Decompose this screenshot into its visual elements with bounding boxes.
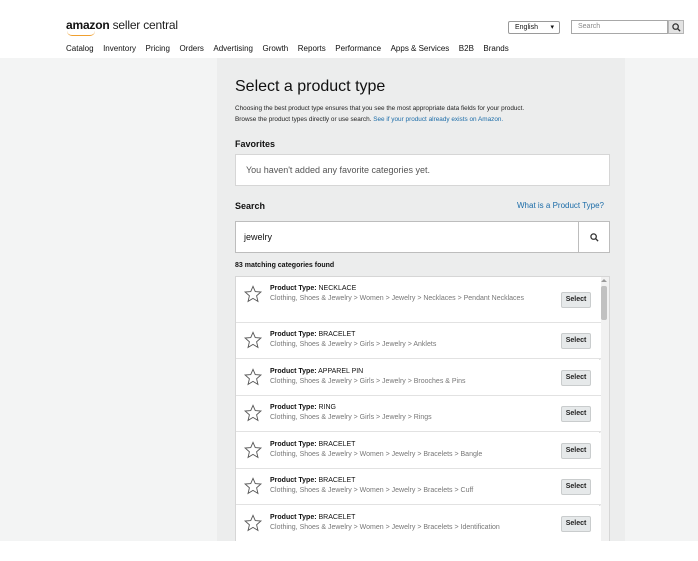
category-path: Clothing, Shoes & Jewelry > Women > Jewe… (270, 523, 500, 531)
result-row: Product Type: BRACELET Clothing, Shoes & … (236, 432, 601, 469)
language-select[interactable]: English ▾ (508, 21, 560, 34)
nav-item-reports[interactable]: Reports (298, 44, 326, 53)
results-count: 83 matching categories found (235, 262, 335, 269)
nav-item-growth[interactable]: Growth (262, 44, 288, 53)
nav-item-pricing[interactable]: Pricing (145, 44, 169, 53)
favorite-star-icon[interactable] (243, 285, 263, 303)
result-row: Product Type: BRACELET Clothing, Shoes & … (236, 469, 601, 505)
select-button[interactable]: Select (561, 479, 591, 495)
select-button[interactable]: Select (561, 515, 591, 532)
favorite-star-icon[interactable] (243, 367, 263, 386)
select-button[interactable]: Select (561, 442, 591, 459)
product-type-search-input[interactable]: jewelry (235, 221, 579, 253)
favorite-star-icon[interactable] (243, 477, 263, 495)
result-row: Product Type: BRACELET Clothing, Shoes & … (236, 323, 601, 359)
category-path: Clothing, Shoes & Jewelry > Women > Jewe… (270, 450, 483, 458)
favorite-star-icon[interactable] (243, 513, 263, 532)
results-list: Product Type: NECKLACE Clothing, Shoes & … (235, 276, 610, 541)
product-type-value: APPAREL PIN (318, 367, 364, 375)
select-button[interactable]: Select (561, 406, 591, 422)
amazon-smile-icon (67, 31, 95, 36)
result-row: Product Type: RING Clothing, Shoes & Jewe… (236, 396, 601, 432)
product-type-label: Product Type: (270, 331, 317, 338)
product-type-value: BRACELET (318, 513, 356, 521)
favorites-box: You haven't added any favorite categorie… (235, 154, 610, 186)
product-type-label: Product Type: (270, 367, 317, 375)
select-button[interactable]: Select (561, 369, 591, 386)
product-type-value: BRACELET (318, 477, 356, 484)
description-line: Choosing the best product type ensures t… (235, 105, 525, 112)
chevron-down-icon: ▾ (550, 24, 554, 31)
top-header: amazon seller central English ▾ Search C… (0, 0, 698, 58)
product-type-line: Product Type: BRACELET (270, 514, 355, 521)
product-type-line: Product Type: NECKLACE (270, 285, 356, 292)
page-title: Select a product type (235, 78, 386, 95)
product-type-value: BRACELET (318, 331, 356, 338)
select-button[interactable]: Select (561, 292, 591, 308)
page-description: Choosing the best product type ensures t… (235, 103, 615, 125)
category-path: Clothing, Shoes & Jewelry > Girls > Jewe… (270, 377, 466, 385)
category-path: Clothing, Shoes & Jewelry > Girls > Jewe… (270, 414, 432, 421)
favorite-star-icon[interactable] (243, 404, 263, 422)
favorite-star-icon[interactable] (243, 440, 263, 459)
nav-item-performance[interactable]: Performance (335, 44, 381, 53)
product-type-value: NECKLACE (318, 285, 357, 292)
existing-product-link[interactable]: See if your product already exists on Am… (373, 116, 503, 123)
nav-item-orders[interactable]: Orders (179, 44, 203, 53)
product-type-line: Product Type: BRACELET (270, 331, 355, 338)
product-type-line: Product Type: APPAREL PIN (270, 368, 363, 375)
header-search-button[interactable] (668, 20, 684, 34)
product-type-label: Product Type: (270, 404, 317, 411)
nav-item-b2b[interactable]: B2B (459, 44, 474, 53)
main-nav: Catalog Inventory Pricing Orders Advertising… (66, 44, 518, 53)
result-row: Product Type: BRACELET Clothing, Shoes & … (236, 505, 601, 541)
product-type-label: Product Type: (270, 513, 317, 521)
logo-brand: amazon (66, 18, 110, 32)
nav-item-apps-services[interactable]: Apps & Services (391, 44, 450, 53)
category-path: Clothing, Shoes & Jewelry > Women > Jewe… (270, 487, 474, 494)
result-row: Product Type: NECKLACE Clothing, Shoes & … (236, 277, 601, 323)
search-icon (672, 23, 681, 32)
nav-item-catalog[interactable]: Catalog (66, 44, 94, 53)
scroll-up-arrow[interactable] (601, 279, 607, 282)
nav-item-inventory[interactable]: Inventory (103, 44, 136, 53)
logo-text: seller central (109, 18, 178, 32)
what-is-product-type-link[interactable]: What is a Product Type? (517, 201, 604, 210)
favorites-heading: Favorites (235, 139, 276, 149)
footer-area (0, 541, 698, 561)
product-type-label: Product Type: (270, 440, 317, 448)
nav-item-advertising[interactable]: Advertising (213, 44, 253, 53)
search-icon (590, 233, 599, 242)
result-row: Product Type: APPAREL PIN Clothing, Shoes… (236, 359, 601, 396)
favorite-star-icon[interactable] (243, 331, 263, 349)
select-button[interactable]: Select (561, 333, 591, 349)
description-line: Browse the product types directly or use… (235, 116, 374, 123)
product-type-label: Product Type: (270, 477, 317, 484)
search-heading: Search (235, 201, 266, 211)
product-type-line: Product Type: BRACELET (270, 477, 355, 484)
category-path: Clothing, Shoes & Jewelry > Girls > Jewe… (270, 341, 437, 348)
product-type-search-button[interactable] (578, 221, 610, 253)
language-value: English (515, 24, 538, 31)
product-type-value: RING (318, 404, 337, 411)
nav-item-brands[interactable]: Brands (483, 44, 508, 53)
scrollbar-thumb[interactable] (601, 286, 607, 320)
category-path: Clothing, Shoes & Jewelry > Women > Jewe… (270, 295, 524, 302)
product-type-value: BRACELET (318, 440, 356, 448)
product-type-line: Product Type: RING (270, 404, 336, 411)
header-search-input[interactable]: Search (571, 20, 668, 34)
seller-central-logo[interactable]: amazon seller central (66, 18, 178, 36)
product-type-label: Product Type: (270, 285, 317, 292)
product-type-line: Product Type: BRACELET (270, 441, 355, 448)
